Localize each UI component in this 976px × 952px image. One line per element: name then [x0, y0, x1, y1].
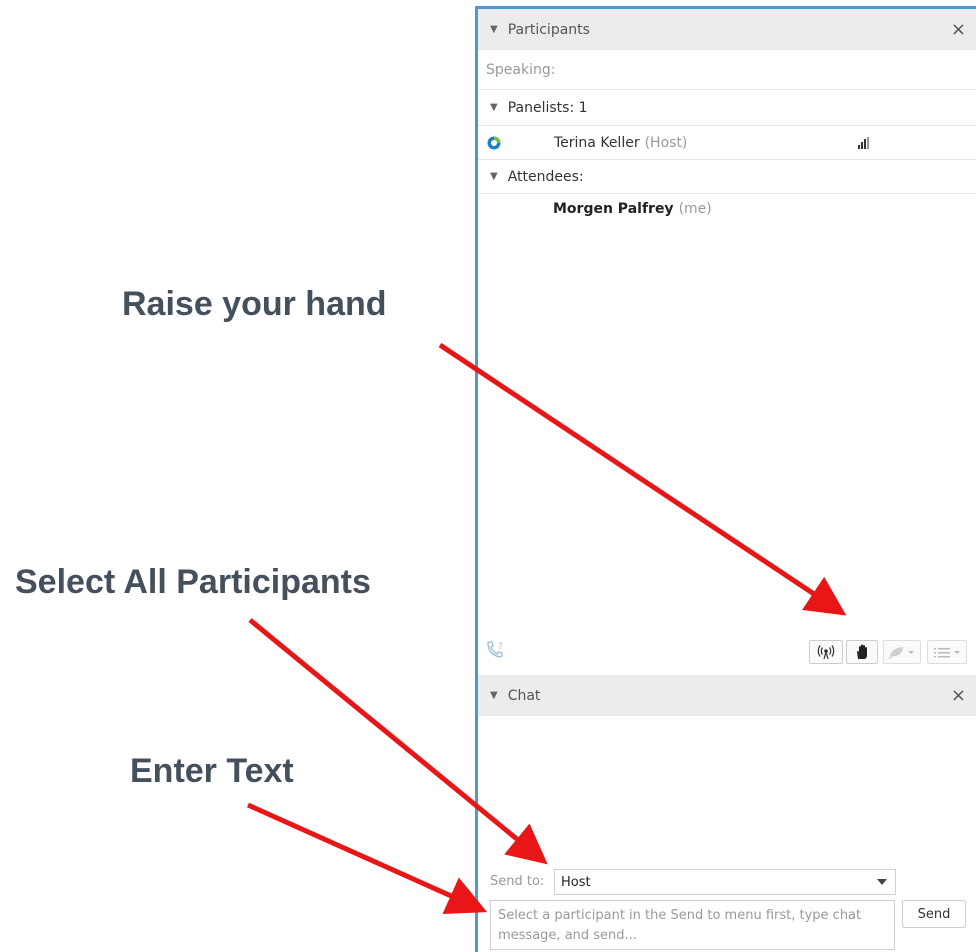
- arrow-raise-hand: [438, 342, 847, 616]
- annotation-arrows: [246, 342, 847, 914]
- arrow-enter-text: [246, 802, 488, 914]
- arrow-select-all: [248, 618, 548, 865]
